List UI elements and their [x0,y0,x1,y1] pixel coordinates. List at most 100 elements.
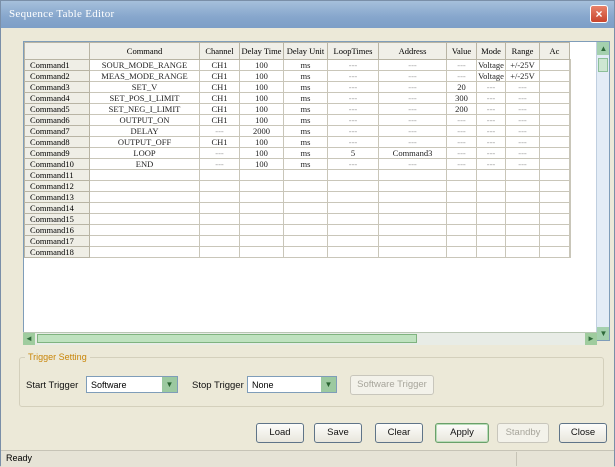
table-cell[interactable]: --- [327,158,379,170]
table-cell[interactable]: CH1 [199,70,240,82]
table-cell[interactable]: Command3 [378,147,447,159]
table-cell[interactable]: --- [378,136,447,148]
column-header[interactable]: Command [89,42,200,60]
table-cell[interactable] [283,180,328,192]
column-header[interactable]: Ac [539,42,570,60]
table-row[interactable]: Command17 [24,235,571,247]
table-cell[interactable]: OUTPUT_OFF [89,136,200,148]
column-header[interactable]: LoopTimes [327,42,379,60]
table-cell[interactable]: 100 [239,147,284,159]
table-cell[interactable] [327,191,379,203]
table-cell[interactable] [446,224,477,236]
table-cell[interactable] [378,213,447,225]
table-cell[interactable]: --- [476,147,506,159]
table-cell[interactable] [539,158,570,170]
table-cell[interactable] [327,213,379,225]
table-cell[interactable]: --- [505,125,540,137]
table-cell[interactable]: --- [476,92,506,104]
table-cell[interactable]: MEAS_MODE_RANGE [89,70,200,82]
table-cell[interactable]: 200 [446,103,477,115]
table-row[interactable]: Command9 LOOP --- 100 ms 5 Command3 --- --- --- [24,147,571,159]
table-cell[interactable] [89,246,200,258]
table-row[interactable]: Command18 [24,246,571,258]
table-cell[interactable]: --- [446,136,477,148]
table-cell[interactable] [505,202,540,214]
table-cell[interactable]: --- [446,59,477,71]
table-cell[interactable]: --- [327,125,379,137]
table-cell[interactable] [378,235,447,247]
table-cell[interactable]: --- [476,114,506,126]
table-cell[interactable] [539,147,570,159]
table-cell[interactable]: --- [378,92,447,104]
table-cell[interactable]: 20 [446,81,477,93]
table-row[interactable]: Command14 [24,202,571,214]
table-cell[interactable] [476,169,506,181]
table-cell[interactable] [476,235,506,247]
table-cell[interactable] [199,213,240,225]
table-cell[interactable]: ms [283,81,328,93]
table-cell[interactable] [327,202,379,214]
table-cell[interactable] [327,180,379,192]
table-row[interactable]: Command8 OUTPUT_OFF CH1 100 ms --- --- --- --- --… [24,136,571,148]
table-cell[interactable]: --- [505,81,540,93]
table-cell[interactable] [283,169,328,181]
table-cell[interactable]: --- [446,125,477,137]
table-cell[interactable] [539,59,570,71]
table-cell[interactable] [476,191,506,203]
table-cell[interactable]: --- [505,136,540,148]
column-header[interactable]: Range [505,42,540,60]
table-cell[interactable]: --- [505,147,540,159]
table-cell[interactable] [89,213,200,225]
table-cell[interactable] [446,213,477,225]
table-cell[interactable] [378,169,447,181]
row-header[interactable]: Command17 [24,235,90,247]
table-cell[interactable] [239,169,284,181]
table-cell[interactable] [239,235,284,247]
row-header[interactable]: Command8 [24,136,90,148]
table-cell[interactable] [283,246,328,258]
table-cell[interactable]: --- [446,158,477,170]
table-cell[interactable]: ms [283,125,328,137]
column-header[interactable]: Channel [199,42,240,60]
row-header[interactable]: Command11 [24,169,90,181]
table-cell[interactable]: 100 [239,70,284,82]
table-cell[interactable]: --- [378,81,447,93]
table-cell[interactable] [199,224,240,236]
table-cell[interactable] [476,246,506,258]
table-cell[interactable]: +/-25V [505,59,540,71]
close-icon[interactable]: × [590,5,608,23]
table-cell[interactable]: --- [476,103,506,115]
table-cell[interactable] [199,169,240,181]
table-cell[interactable] [378,224,447,236]
close-button[interactable]: Close [559,423,607,443]
table-cell[interactable] [239,180,284,192]
table-cell[interactable]: --- [199,158,240,170]
table-cell[interactable]: 2000 [239,125,284,137]
table-cell[interactable]: 100 [239,59,284,71]
row-header[interactable]: Command3 [24,81,90,93]
table-cell[interactable]: --- [446,70,477,82]
horizontal-scrollbar[interactable]: ◄ ► [23,332,597,345]
table-cell[interactable]: --- [446,147,477,159]
table-cell[interactable]: CH1 [199,136,240,148]
table-cell[interactable] [476,213,506,225]
row-header[interactable]: Command18 [24,246,90,258]
row-header[interactable]: Command14 [24,202,90,214]
table-cell[interactable]: 100 [239,81,284,93]
table-cell[interactable]: --- [378,70,447,82]
table-cell[interactable] [446,246,477,258]
row-header[interactable]: Command13 [24,191,90,203]
table-cell[interactable] [446,202,477,214]
table-cell[interactable]: --- [378,114,447,126]
table-cell[interactable]: --- [199,125,240,137]
load-button[interactable]: Load [256,423,304,443]
table-cell[interactable]: 5 [327,147,379,159]
table-row[interactable]: Command5 SET_NEG_I_LIMIT CH1 100 ms --- --- 200… [24,103,571,115]
table-cell[interactable] [378,246,447,258]
table-cell[interactable] [539,235,570,247]
table-cell[interactable] [446,191,477,203]
table-cell[interactable] [476,180,506,192]
table-row[interactable]: Command7 DELAY --- 2000 ms --- --- --- --- --- [24,125,571,137]
table-cell[interactable] [539,213,570,225]
table-cell[interactable] [89,202,200,214]
